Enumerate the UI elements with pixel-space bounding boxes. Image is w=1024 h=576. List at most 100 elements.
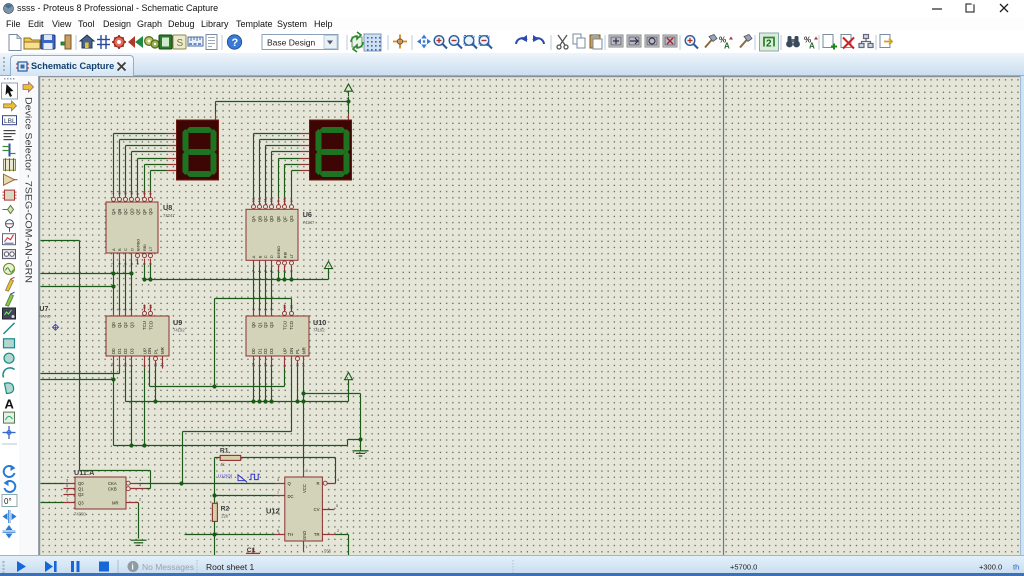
svg-text:TCU: TCU — [283, 321, 288, 330]
svg-text:U7: U7 — [39, 306, 48, 313]
svg-text:U10: U10 — [313, 318, 326, 327]
svg-text:1: 1 — [257, 365, 262, 367]
svg-text:Q2: Q2 — [123, 322, 128, 328]
svg-text:NAND: NAND — [39, 314, 50, 319]
svg-text:?: ? — [232, 37, 239, 49]
svg-text:D: D — [129, 248, 134, 251]
svg-text:TCD: TCD — [149, 321, 154, 330]
svg-text:QF: QF — [283, 216, 288, 222]
svg-text:A: A — [724, 42, 730, 51]
svg-text:6: 6 — [277, 528, 279, 533]
svg-text:QG: QG — [289, 215, 294, 222]
svg-text:9: 9 — [135, 193, 140, 195]
svg-text:3: 3 — [250, 308, 255, 310]
svg-text:D2: D2 — [263, 348, 268, 354]
svg-text:No Messages: No Messages — [142, 562, 194, 572]
svg-text:2: 2 — [766, 39, 772, 50]
svg-text:+300.0: +300.0 — [979, 563, 1002, 572]
svg-text:13: 13 — [110, 191, 115, 195]
svg-text:U12: U12 — [266, 507, 280, 516]
svg-text:QB: QB — [257, 216, 262, 222]
svg-text:B: B — [257, 255, 262, 258]
svg-text:7: 7 — [66, 497, 68, 502]
svg-text:CV: CV — [314, 507, 320, 512]
svg-text:Base Design: Base Design — [267, 38, 315, 48]
svg-text:R1: R1 — [220, 448, 229, 455]
svg-text:DC: DC — [288, 494, 294, 499]
svg-text:12: 12 — [282, 305, 287, 309]
svg-text:Q2: Q2 — [78, 492, 84, 497]
svg-text:D1: D1 — [257, 348, 262, 354]
svg-text:8: 8 — [306, 468, 308, 473]
svg-text:PL: PL — [295, 348, 300, 354]
svg-text:QB: QB — [117, 209, 122, 215]
svg-text:6: 6 — [123, 308, 128, 310]
svg-text:5: 5 — [282, 270, 287, 272]
svg-text:7: 7 — [250, 270, 255, 272]
svg-text:Q3: Q3 — [269, 322, 274, 328]
svg-text:2: 2 — [262, 270, 267, 272]
svg-text:CKA: CKA — [108, 481, 117, 486]
svg-text:D3: D3 — [269, 348, 274, 354]
svg-text:2: 2 — [123, 263, 128, 265]
svg-text:Q3: Q3 — [78, 500, 84, 505]
svg-text:+5700.0: +5700.0 — [730, 563, 757, 572]
svg-text:15: 15 — [282, 198, 287, 202]
svg-text:CKB: CKB — [108, 487, 117, 492]
svg-text:D: D — [269, 255, 274, 258]
svg-text:TCU: TCU — [142, 321, 147, 330]
svg-text:1: 1 — [117, 365, 122, 367]
svg-text:7: 7 — [110, 263, 115, 265]
svg-text:D1: D1 — [117, 348, 122, 354]
svg-text:3: 3 — [277, 477, 279, 482]
svg-text:74192: 74192 — [313, 328, 325, 333]
svg-text:1: 1 — [257, 270, 262, 272]
svg-text:QC: QC — [263, 216, 268, 223]
svg-text:LT: LT — [148, 246, 153, 251]
svg-text:QE: QE — [276, 216, 281, 222]
svg-text:Q0: Q0 — [111, 322, 116, 328]
svg-text:GND: GND — [302, 531, 307, 540]
svg-text:3: 3 — [288, 270, 293, 272]
svg-text:RBI: RBI — [283, 252, 288, 259]
svg-text:DN: DN — [147, 348, 152, 354]
svg-text:1: 1 — [117, 263, 122, 265]
svg-text:i: i — [132, 563, 134, 572]
svg-text:2: 2 — [139, 496, 141, 501]
svg-text:D0: D0 — [111, 348, 116, 354]
svg-text:15: 15 — [110, 363, 115, 367]
svg-text:U8: U8 — [163, 203, 172, 212]
svg-text:QA: QA — [251, 216, 256, 222]
svg-text:Q3: Q3 — [129, 322, 134, 328]
svg-text:C1: C1 — [247, 547, 256, 554]
svg-text:MR: MR — [112, 500, 119, 505]
svg-text:555: 555 — [324, 549, 332, 554]
svg-text:15: 15 — [250, 363, 255, 367]
svg-text:S: S — [177, 38, 184, 49]
svg-text:U11:A: U11:A — [74, 468, 94, 477]
svg-text:PL: PL — [154, 348, 159, 354]
svg-text:QA: QA — [111, 209, 116, 215]
svg-text:13: 13 — [288, 305, 293, 309]
svg-text:11: 11 — [153, 363, 158, 367]
svg-text:QE: QE — [136, 209, 141, 215]
svg-text:D2: D2 — [123, 348, 128, 354]
svg-text:6: 6 — [129, 263, 134, 265]
svg-text:5: 5 — [66, 483, 68, 488]
svg-text:MR: MR — [160, 347, 165, 354]
svg-text:12: 12 — [117, 191, 122, 195]
svg-text:UP: UP — [283, 348, 288, 354]
svg-text:15: 15 — [142, 191, 147, 195]
svg-text:74247: 74247 — [163, 213, 175, 218]
svg-text:0°: 0° — [4, 497, 12, 506]
svg-text:BI/RBO: BI/RBO — [277, 246, 281, 258]
svg-text:9: 9 — [129, 365, 134, 367]
svg-text:11: 11 — [295, 363, 300, 367]
svg-text:TR: TR — [314, 532, 320, 537]
svg-text:Root sheet 1: Root sheet 1 — [206, 562, 254, 572]
svg-text:9: 9 — [269, 365, 274, 367]
svg-text:C: C — [123, 248, 128, 251]
svg-text:R2: R2 — [221, 506, 230, 513]
svg-text:QD: QD — [269, 216, 274, 223]
svg-text:DN: DN — [289, 348, 294, 354]
